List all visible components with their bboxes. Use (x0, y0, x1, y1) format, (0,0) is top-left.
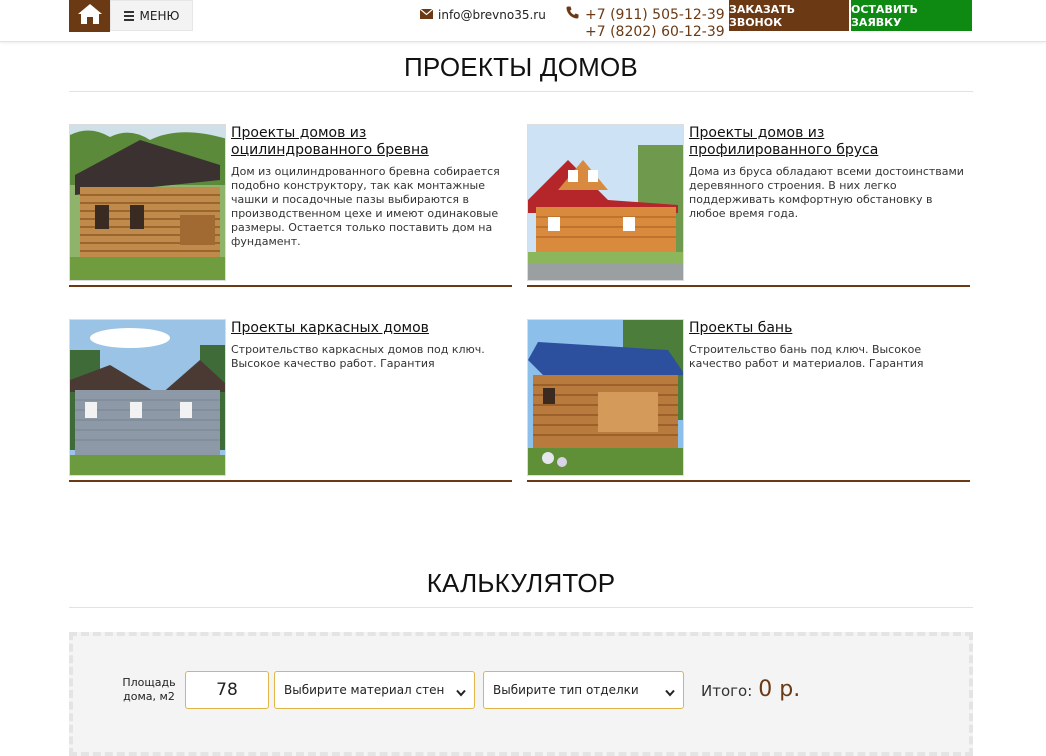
project-card-log-description: Дом из оцилиндрованного бревна собираетс… (231, 165, 500, 248)
area-label: Площадь дома, м2 (122, 676, 176, 703)
projects-title-divider (69, 91, 973, 92)
leave-request-button[interactable]: ОСТАВИТЬ ЗАЯВКУ (851, 0, 972, 31)
phone-icon (566, 6, 579, 24)
menu-button[interactable]: МЕНЮ (110, 0, 193, 31)
projects-section-title: ПРОЕКТЫ ДОМОВ (404, 52, 638, 82)
project-card-log-title[interactable]: Проекты домов из оцилиндрованного бревна (231, 125, 511, 159)
project-card-frame-image[interactable] (69, 319, 226, 476)
project-card-bathhouse[interactable]: Проекты бань Строительство бань под ключ… (527, 319, 970, 482)
chevron-down-icon (456, 686, 466, 700)
phone-number-2[interactable]: +7 (8202) 60-12-39 (566, 24, 725, 41)
project-card-log-image[interactable] (69, 124, 226, 281)
project-card-timber-description: Дома из бруса обладают всеми достоинства… (689, 165, 964, 220)
calculator-section-title: КАЛЬКУЛЯТОР (426, 568, 616, 598)
project-card-frame-description: Строительство каркасных домов под ключ. … (231, 343, 485, 370)
project-card-bathhouse-description: Строительство бань под ключ. Высокое кач… (689, 343, 924, 370)
phone-block: +7 (911) 505-12-39 +7 (8202) 60-12-39 (566, 6, 725, 41)
project-card-bathhouse-title[interactable]: Проекты бань (689, 320, 969, 337)
project-card-timber-title[interactable]: Проекты домов из профилированного бруса (689, 125, 969, 159)
calculator-panel: Площадь дома, м2 78 Выбирите материал ст… (69, 632, 973, 756)
envelope-icon (419, 8, 434, 22)
total-label: Итого: (701, 682, 753, 700)
finish-type-select-value: Выбирите тип отделки (493, 683, 639, 697)
home-button[interactable] (69, 0, 110, 32)
project-card-timber-image[interactable] (527, 124, 684, 281)
phone-number-1[interactable]: +7 (911) 505-12-39 (585, 7, 725, 24)
calculator-title-divider (69, 607, 973, 608)
total-block: Итого: 0 р. (701, 677, 800, 702)
top-navbar: МЕНЮ info@brevno35.ru +7 (911) 505-12-39… (0, 0, 1046, 42)
total-value: 0 р. (758, 677, 801, 702)
wall-material-select-value: Выбирите материал стен (284, 683, 445, 697)
area-input[interactable]: 78 (185, 671, 269, 709)
home-icon (77, 3, 103, 29)
email-text: info@brevno35.ru (438, 8, 546, 22)
menu-label: МЕНЮ (139, 8, 180, 23)
project-card-bathhouse-image[interactable] (527, 319, 684, 476)
finish-type-select[interactable]: Выбирите тип отделки (483, 671, 684, 709)
project-card-log[interactable]: Проекты домов из оцилиндрованного бревна… (69, 124, 512, 287)
chevron-down-icon (665, 686, 675, 700)
wall-material-select[interactable]: Выбирите материал стен (274, 671, 475, 709)
project-card-frame[interactable]: Проекты каркасных домов Строительство ка… (69, 319, 512, 482)
project-card-timber[interactable]: Проекты домов из профилированного бруса … (527, 124, 970, 287)
project-card-frame-title[interactable]: Проекты каркасных домов (231, 320, 511, 337)
menu-bars-icon (123, 11, 134, 21)
email-link[interactable]: info@brevno35.ru (419, 8, 546, 22)
order-call-button[interactable]: ЗАКАЗАТЬ ЗВОНОК (729, 0, 849, 31)
